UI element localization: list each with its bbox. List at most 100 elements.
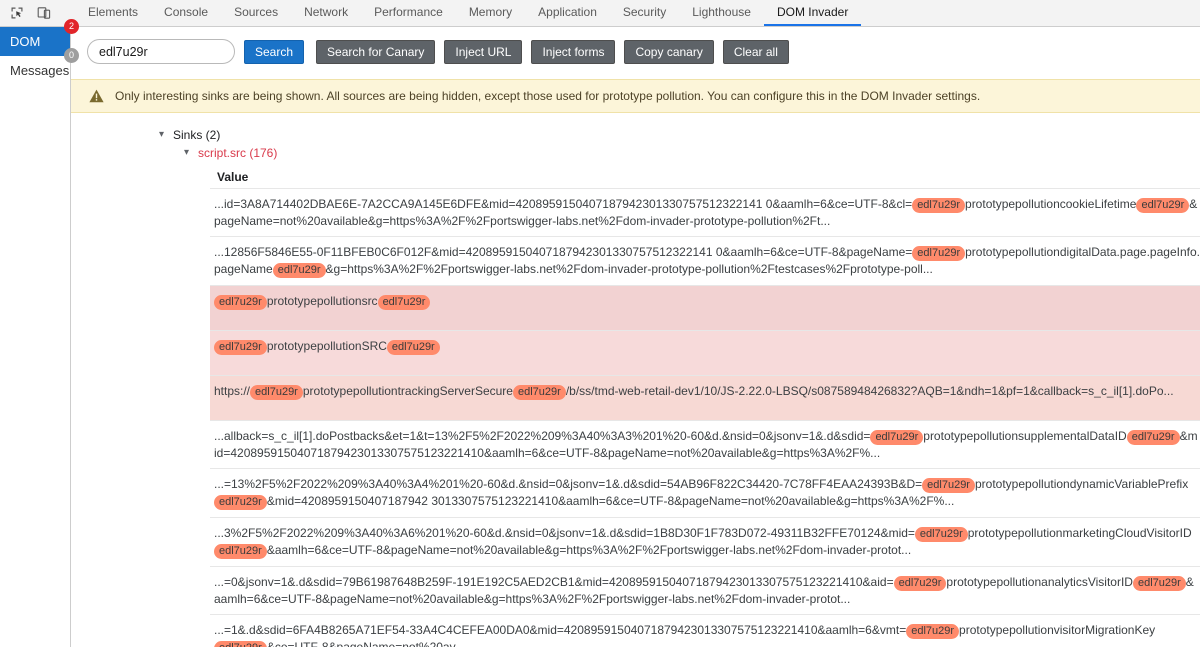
table-row[interactable]: ...=13%2F5%2F2022%209%3A40%3A4%201%20-60… [210, 469, 1200, 518]
sidebar-item-label: DOM [10, 34, 41, 49]
sink-value-text: prototypepollutioncookieLifetime [965, 197, 1137, 211]
tab-label: Security [622, 5, 667, 19]
sink-value-text: prototypepollutionvisitorMigrationKey [959, 623, 1156, 637]
sink-value-text: /b/ss/tmd-web-retail-dev1/10/JS-2.22.0-L… [565, 384, 1174, 398]
search-input[interactable] [87, 39, 235, 64]
table-row[interactable]: https://edl7u29r prototypepollutiontracki… [210, 376, 1200, 421]
sink-value-text: &g=https%3A%2F%2Fportswigger-labs.net%2F… [325, 262, 933, 276]
sink-value-text: ...=13%2F5%2F2022%209%3A40%3A4%201%20-60… [214, 477, 923, 491]
sinks-tree: ▾ Sinks (2) ▾ script.src (176) Value [71, 113, 1200, 184]
sinks-label: Sinks (2) [173, 128, 221, 142]
table-row[interactable]: edl7u29r prototypepollutionSRC edl7u29r [210, 331, 1200, 376]
tab-elements[interactable]: Elements [75, 0, 151, 26]
sink-value-text: ...12856F5846E55-0F11BFEB0C6F012F&mid=42… [214, 245, 913, 259]
panel-body: DOM 2 Messages 0 Search Search for Canar… [0, 19, 1200, 647]
chevron-down-icon[interactable]: ▾ [159, 130, 173, 140]
value-column-header: Value [217, 170, 249, 184]
canary-highlight: edl7u29r [1136, 198, 1190, 213]
tab-label: Lighthouse [692, 5, 751, 19]
table-row[interactable]: ...3%2F5%2F2022%209%3A40%3A6%201%20-60&d… [210, 518, 1200, 567]
table-row[interactable]: ...=1&.d&sdid=6FA4B8265A71EF54-33A4C4CEF… [210, 615, 1200, 647]
dom-invader-toolbar: Search Search for Canary Inject URL Inje… [71, 27, 1200, 75]
tab-security[interactable]: Security [610, 0, 679, 26]
panel-tabstrip: Elements Console Sources Network Perform… [75, 0, 1200, 26]
sink-value-text: prototypepollutiondynamicVariablePrefix [974, 477, 1189, 491]
inspect-element-icon[interactable] [6, 3, 28, 23]
canary-highlight: edl7u29r [512, 385, 566, 400]
dom-invader-sidebar: DOM 2 Messages 0 [0, 19, 79, 647]
canary-highlight: edl7u29r [272, 263, 326, 278]
tab-label: Console [164, 5, 209, 19]
chevron-down-icon[interactable]: ▾ [184, 148, 198, 158]
tab-label: Application [538, 5, 597, 19]
tab-label: Performance [374, 5, 443, 19]
tab-label: Memory [468, 5, 513, 19]
device-toolbar-icon[interactable] [33, 3, 55, 23]
tab-label: Network [304, 5, 349, 19]
canary-highlight: edl7u29r [912, 198, 966, 213]
tab-console[interactable]: Console [151, 0, 221, 26]
sink-value-text: prototypepollutiontrackingServerSecure [302, 384, 513, 398]
tab-dom-invader[interactable]: DOM Invader [763, 0, 862, 26]
canary-highlight: edl7u29r [1126, 430, 1180, 445]
sink-value-text: prototypepollutionsupplementalDataID [923, 429, 1127, 443]
sink-value-text: ...=1&.d&sdid=6FA4B8265A71EF54-33A4C4CEF… [214, 623, 907, 637]
canary-highlight: edl7u29r [912, 246, 966, 261]
sink-value-text: &ce=UTF-8&pageName=not%20av [266, 640, 456, 647]
canary-highlight: edl7u29r [870, 430, 924, 445]
canary-highlight: edl7u29r [1132, 576, 1186, 591]
search-for-canary-button[interactable]: Search for Canary [316, 39, 436, 64]
sink-value-text: prototypepollutionSRC [266, 339, 387, 353]
sink-values-table: ...id=3A8A714402DBAE6E-7A2CCA9A145E6DFE&… [210, 188, 1200, 647]
sink-label: script.src (176) [198, 146, 278, 160]
canary-highlight: edl7u29r [906, 624, 960, 639]
tab-network[interactable]: Network [291, 0, 361, 26]
canary-highlight: edl7u29r [914, 527, 968, 542]
tab-memory[interactable]: Memory [456, 0, 525, 26]
search-button[interactable]: Search [244, 39, 305, 64]
tree-node-sinks[interactable]: ▾ Sinks (2) [71, 126, 1200, 144]
sidebar-item-messages-wrap: Messages 0 [0, 48, 79, 85]
dom-invader-main: Search Search for Canary Inject URL Inje… [71, 27, 1200, 647]
table-row[interactable]: ...id=3A8A714402DBAE6E-7A2CCA9A145E6DFE&… [210, 189, 1200, 237]
sink-value-text: https:// [214, 384, 251, 398]
sink-value-text: &mid=4208959150407187942 301330757512322… [266, 494, 955, 508]
tab-application[interactable]: Application [525, 0, 610, 26]
sidebar-item-dom[interactable]: DOM 2 [0, 19, 79, 56]
sink-value-text: &aamlh=6&ce=UTF-8&pageName=not%20availab… [266, 543, 912, 557]
canary-highlight: edl7u29r [386, 340, 440, 355]
warning-triangle-icon [89, 89, 105, 103]
tree-node-script-src[interactable]: ▾ script.src (176) [71, 144, 1200, 162]
table-row[interactable]: ...=0&jsonv=1&.d&sdid=79B61987648B259F-1… [210, 567, 1200, 615]
sink-value-text: prototypepollutionanalyticsVisitorID [946, 575, 1133, 589]
copy-canary-button[interactable]: Copy canary [624, 39, 714, 64]
table-row[interactable]: ...12856F5846E55-0F11BFEB0C6F012F&mid=42… [210, 237, 1200, 286]
tab-sources[interactable]: Sources [221, 0, 291, 26]
warning-text: Only interesting sinks are being shown. … [115, 89, 981, 103]
table-row[interactable]: ...allback=s_c_il[1].doPostbacks&et=1&t=… [210, 421, 1200, 469]
devtools-toolbar-icons [0, 0, 75, 26]
sidebar-item-dom-wrap: DOM 2 [0, 19, 79, 56]
sink-value-text: prototypepollutionsrc [266, 294, 378, 308]
canary-highlight: edl7u29r [214, 641, 267, 647]
sink-value-text: prototypepollutionmarketingCloudVisitorI… [967, 526, 1192, 540]
tab-performance[interactable]: Performance [361, 0, 456, 26]
canary-highlight: edl7u29r [214, 495, 267, 510]
canary-highlight: edl7u29r [214, 544, 267, 559]
clear-all-button[interactable]: Clear all [722, 39, 789, 64]
inject-forms-button[interactable]: Inject forms [531, 39, 616, 64]
sink-value-text: ...=0&jsonv=1&.d&sdid=79B61987648B259F-1… [214, 575, 894, 589]
tab-label: DOM Invader [776, 5, 849, 19]
canary-highlight: edl7u29r [214, 340, 267, 355]
canary-highlight: edl7u29r [250, 385, 303, 400]
sidebar-badge-messages: 0 [64, 48, 79, 63]
tab-label: Elements [88, 5, 139, 19]
sidebar-item-messages[interactable]: Messages 0 [0, 48, 79, 85]
canary-highlight: edl7u29r [377, 295, 431, 310]
inject-url-button[interactable]: Inject URL [444, 39, 523, 64]
canary-highlight: edl7u29r [214, 295, 267, 310]
tab-lighthouse[interactable]: Lighthouse [679, 0, 764, 26]
table-row[interactable]: edl7u29r prototypepollutionsrc edl7u29r [210, 286, 1200, 331]
sink-value-text: ...allback=s_c_il[1].doPostbacks&et=1&t=… [214, 429, 871, 443]
sink-value-text: ...id=3A8A714402DBAE6E-7A2CCA9A145E6DFE&… [214, 197, 913, 211]
